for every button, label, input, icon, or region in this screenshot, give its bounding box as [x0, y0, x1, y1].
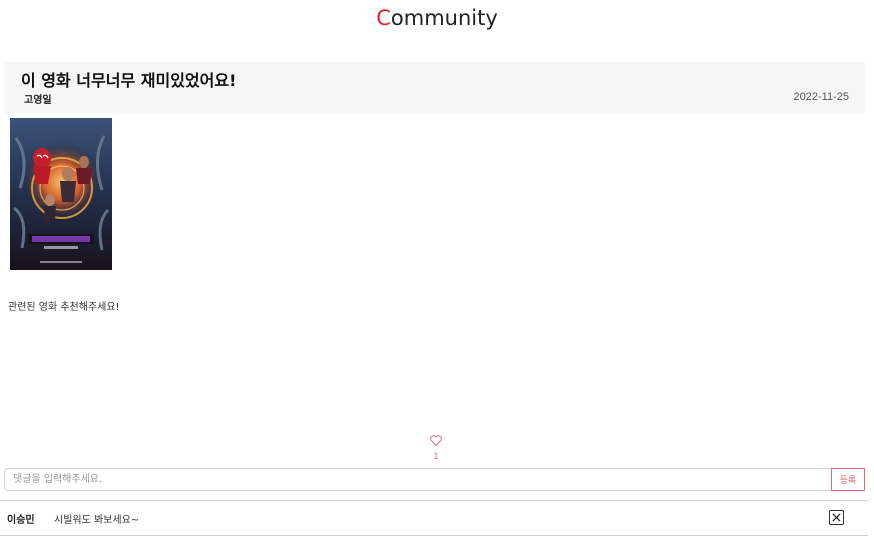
- comment-text: 시빌워도 봐보세요~: [54, 515, 140, 526]
- like-count: 1: [433, 451, 439, 461]
- post-body: 관련된 영화 추천해주세요!: [8, 302, 120, 313]
- post-date: 2022-11-25: [793, 91, 849, 103]
- comment-author: 이승민: [7, 515, 35, 526]
- poster-artwork: [10, 118, 112, 270]
- heart-icon[interactable]: [430, 435, 442, 446]
- page-title: Community: [0, 6, 874, 30]
- page-title-rest: ommunity: [390, 6, 498, 30]
- post-title: 이 영화 너무너무 재미있었어요!: [21, 71, 237, 90]
- like-area: 1: [427, 431, 445, 461]
- post-author: 고영일: [24, 95, 52, 106]
- close-icon: [832, 513, 841, 522]
- post-header: 이 영화 너무너무 재미있었어요! 고영일 2022-11-25: [4, 62, 865, 113]
- submit-comment-button[interactable]: 등록: [831, 468, 865, 491]
- delete-comment-button[interactable]: [829, 510, 844, 525]
- movie-poster-image: [10, 118, 112, 270]
- comment-item: 이승민 시빌워도 봐보세요~: [0, 500, 868, 536]
- page-title-accent-letter: C: [376, 6, 391, 30]
- comment-input[interactable]: [4, 468, 832, 491]
